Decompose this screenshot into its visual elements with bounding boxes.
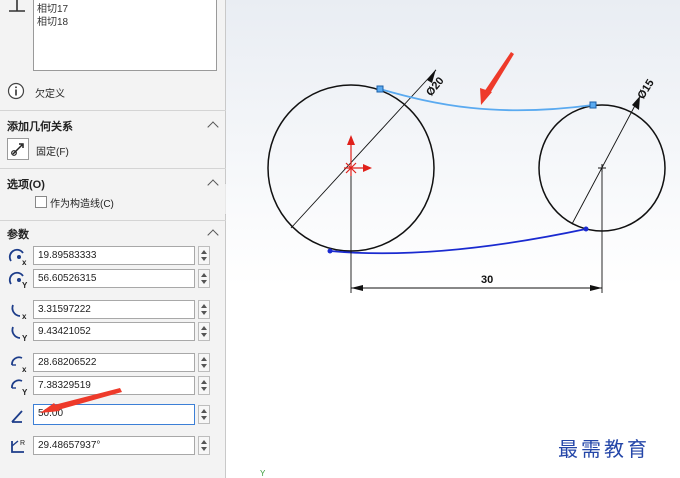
svg-text:x: x: [22, 312, 27, 320]
axis-label: Y: [260, 469, 266, 478]
svg-text:R: R: [20, 440, 25, 447]
annotation-arrow-icon: [484, 52, 514, 95]
spin-button[interactable]: [198, 436, 210, 455]
list-item[interactable]: 相切18: [37, 13, 68, 28]
fix-relation-button[interactable]: [7, 138, 29, 160]
tangent-angle-field[interactable]: 29.48657937°: [33, 436, 195, 455]
parameters-header[interactable]: 参数: [7, 226, 29, 242]
spin-button[interactable]: [198, 246, 210, 265]
info-icon: [7, 82, 25, 100]
tangent-y-field[interactable]: 56.60526315: [33, 269, 195, 288]
right-diameter-leader: [571, 97, 640, 225]
dim-arrowhead-icon: [351, 285, 363, 291]
spin-button[interactable]: [198, 322, 210, 341]
options-header[interactable]: 选项(O): [7, 176, 45, 192]
handle-x-field[interactable]: 3.31597222: [33, 300, 195, 319]
spline-endpoint[interactable]: [327, 248, 333, 254]
spline-endpoint[interactable]: [583, 226, 589, 232]
svg-text:x: x: [22, 365, 27, 373]
handle-y-field[interactable]: 9.43421052: [33, 322, 195, 341]
spin-button[interactable]: [198, 376, 210, 395]
chevron-up-icon[interactable]: [207, 229, 219, 241]
magnitude-x-field[interactable]: 28.68206522: [33, 353, 195, 372]
add-relations-header[interactable]: 添加几何关系: [7, 118, 73, 134]
tangent-point-y-icon: Y: [8, 271, 28, 289]
spin-button[interactable]: [198, 300, 210, 319]
chevron-up-icon[interactable]: [207, 121, 219, 133]
chevron-up-icon[interactable]: [207, 179, 219, 191]
spin-button[interactable]: [198, 405, 210, 424]
existing-relations-list[interactable]: 相切17 相切18: [33, 0, 217, 71]
construction-checkbox[interactable]: [35, 196, 47, 208]
annotation-arrow-icon: [40, 388, 122, 413]
spline-endpoint-handle[interactable]: [376, 85, 384, 93]
tangent-x-field[interactable]: 19.89583333: [33, 246, 195, 265]
graphics-area[interactable]: Ø20 Ø15 30: [226, 0, 680, 478]
distance-dimension[interactable]: 30: [481, 274, 493, 286]
spline-endpoint-handle[interactable]: [589, 101, 597, 109]
origin-arrow-icon: [363, 164, 372, 172]
tangent-handle-x-icon: x: [11, 304, 27, 320]
svg-text:x: x: [22, 258, 27, 266]
perpendicular-icon: [9, 0, 25, 12]
sketch-drawing[interactable]: Ø20 Ø15 30: [226, 0, 680, 478]
svg-text:Y: Y: [22, 334, 28, 342]
fix-relation-label[interactable]: 固定(F): [36, 143, 69, 158]
construction-label[interactable]: 作为构造线(C): [50, 195, 114, 210]
tangent-magnitude-x-icon: x: [11, 356, 27, 373]
spin-button[interactable]: [198, 269, 210, 288]
svg-text:Y: Y: [22, 388, 28, 396]
dim-arrowhead-icon: [590, 285, 602, 291]
definition-status: 欠定义: [35, 89, 65, 100]
watermark: 最需教育: [558, 437, 650, 461]
origin-arrow-icon: [347, 135, 355, 145]
tangent-point-x-icon: x: [8, 248, 27, 266]
fix-anchor-icon: [11, 143, 24, 156]
right-diameter-dimension[interactable]: Ø15: [636, 77, 657, 101]
tangent-angle-icon: R: [11, 440, 25, 453]
tangent-weight-icon: [11, 410, 23, 423]
tangent-handle-y-icon: Y: [11, 326, 28, 342]
property-manager-panel: 相切17 相切18 欠定义 添加几何关系 固定(F) 选项(O) 作为构造线(C…: [0, 0, 226, 478]
svg-text:Y: Y: [22, 281, 28, 289]
tangent-magnitude-y-icon: Y: [11, 379, 28, 396]
left-diameter-dimension[interactable]: Ø20: [424, 75, 447, 99]
spin-button[interactable]: [198, 353, 210, 372]
